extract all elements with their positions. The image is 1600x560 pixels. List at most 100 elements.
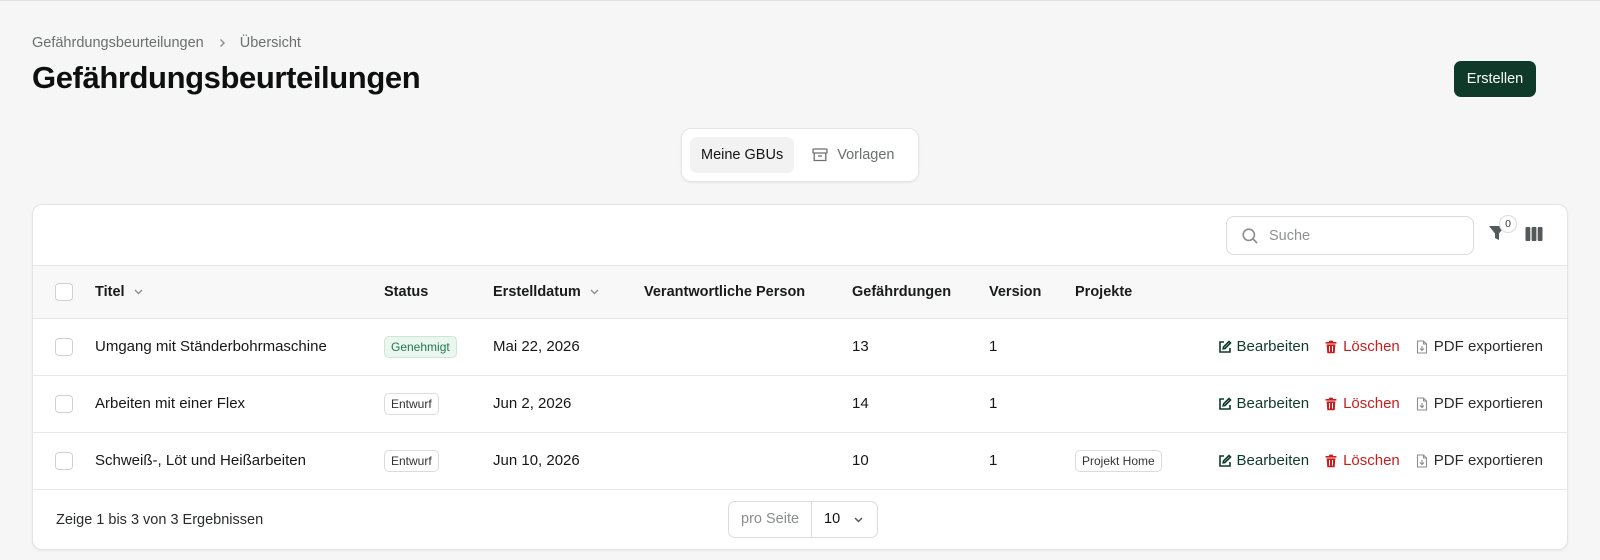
row-created-date: Jun 2, 2026	[493, 395, 572, 412]
tab-label: Vorlagen	[837, 147, 895, 163]
breadcrumb: Gefährdungsbeurteilungen Übersicht	[32, 35, 301, 51]
row-title: Umgang mit Ständerbohrmaschine	[95, 338, 327, 355]
edit-button[interactable]: Bearbeiten	[1218, 452, 1310, 469]
status-badge: Entwurf	[384, 449, 439, 472]
results-summary: Zeige 1 bis 3 von 3 Ergebnissen	[56, 511, 264, 528]
trash-icon	[1325, 340, 1337, 353]
row-version: 1	[989, 452, 998, 469]
export-pdf-label: PDF exportieren	[1433, 338, 1543, 355]
row-created-date: Jun 10, 2026	[493, 452, 580, 469]
tab-label: Meine GBUs	[701, 147, 784, 163]
column-header-projects: Projekte	[1075, 283, 1133, 300]
column-header-version: Version	[989, 283, 1042, 300]
columns-toggle-button[interactable]	[1524, 224, 1546, 246]
trash-icon	[1325, 454, 1337, 467]
row-project	[1075, 375, 1195, 432]
row-created-date: Mai 22, 2026	[493, 338, 580, 355]
edit-label: Bearbeiten	[1236, 338, 1310, 355]
table-toolbar: 0	[33, 205, 1567, 266]
per-page-select[interactable]: pro Seite 10	[728, 500, 879, 538]
column-header-status: Status	[384, 283, 429, 300]
breadcrumb-item-gbu[interactable]: Gefährdungsbeurteilungen	[32, 35, 204, 51]
row-project	[1075, 318, 1195, 375]
gbu-table-card: 0 Titel Status Erstelldatum Verantwortli…	[32, 204, 1568, 550]
column-header-title[interactable]: Titel	[95, 284, 145, 300]
table-row[interactable]: Schweiß-, Löt und Heißarbeiten Entwurf J…	[33, 432, 1567, 489]
search-icon	[1242, 227, 1258, 244]
project-badge: Projekt Home	[1075, 449, 1162, 472]
row-responsible	[644, 432, 852, 489]
delete-button[interactable]: Löschen	[1324, 395, 1400, 412]
search-input[interactable]	[1269, 227, 1449, 244]
trash-icon	[1325, 397, 1337, 410]
row-actions: Bearbeiten Löschen PDF exportieren	[1195, 452, 1567, 469]
column-header-hazards: Gefährdungen	[852, 283, 952, 300]
column-header-actions	[1195, 266, 1567, 318]
search-box	[1226, 216, 1474, 255]
chevron-down-icon	[134, 289, 143, 295]
row-hazards: 10	[852, 452, 869, 469]
chevron-down-icon	[590, 289, 599, 295]
edit-icon	[1218, 396, 1232, 410]
row-actions: Bearbeiten Löschen PDF exportieren	[1195, 338, 1567, 355]
delete-label: Löschen	[1343, 395, 1400, 412]
chevron-down-icon	[854, 516, 863, 523]
row-hazards: 13	[852, 338, 869, 355]
per-page-value-select[interactable]: 10	[812, 502, 877, 537]
select-all-checkbox[interactable]	[55, 282, 73, 301]
page-title: Gefährdungsbeurteilungen	[32, 60, 421, 95]
export-pdf-button[interactable]: PDF exportieren	[1415, 338, 1543, 355]
status-badge: Entwurf	[384, 392, 439, 415]
row-version: 1	[989, 338, 998, 355]
row-title: Schweiß-, Löt und Heißarbeiten	[95, 452, 306, 469]
export-pdf-button[interactable]: PDF exportieren	[1415, 395, 1543, 412]
chevron-right-icon	[219, 39, 225, 47]
per-page-label: pro Seite	[729, 501, 813, 537]
gbu-table: Titel Status Erstelldatum Verantwortlich…	[33, 266, 1567, 490]
edit-icon	[1218, 339, 1232, 353]
archive-icon	[812, 148, 828, 162]
columns-icon	[1525, 227, 1543, 241]
filter-button[interactable]: 0	[1487, 215, 1517, 247]
column-header-responsible: Verantwortliche Person	[644, 283, 806, 300]
row-checkbox[interactable]	[55, 451, 73, 470]
edit-icon	[1218, 453, 1232, 467]
row-checkbox[interactable]	[55, 394, 73, 413]
column-header-created[interactable]: Erstelldatum	[493, 284, 601, 300]
filter-count-badge: 0	[1499, 215, 1517, 233]
export-pdf-label: PDF exportieren	[1433, 452, 1543, 469]
table-header-row: Titel Status Erstelldatum Verantwortlich…	[33, 266, 1567, 318]
tab-meine-gbus[interactable]: Meine GBUs	[690, 137, 795, 173]
table-footer: Zeige 1 bis 3 von 3 Ergebnissen pro Seit…	[33, 490, 1567, 550]
row-responsible	[644, 318, 852, 375]
row-checkbox[interactable]	[55, 337, 73, 356]
edit-label: Bearbeiten	[1236, 452, 1310, 469]
file-pdf-icon	[1416, 453, 1427, 468]
status-badge: Genehmigt	[384, 335, 457, 358]
edit-button[interactable]: Bearbeiten	[1218, 395, 1310, 412]
row-actions: Bearbeiten Löschen PDF exportieren	[1195, 395, 1567, 412]
delete-label: Löschen	[1343, 452, 1400, 469]
file-pdf-icon	[1416, 396, 1427, 411]
edit-label: Bearbeiten	[1236, 395, 1310, 412]
row-version: 1	[989, 395, 998, 412]
column-label: Titel	[95, 283, 125, 300]
delete-button[interactable]: Löschen	[1324, 452, 1400, 469]
tab-vorlagen[interactable]: Vorlagen	[800, 137, 905, 173]
column-label: Erstelldatum	[493, 283, 581, 300]
tab-bar: Meine GBUs Vorlagen	[681, 128, 919, 182]
row-title: Arbeiten mit einer Flex	[95, 395, 246, 412]
create-button[interactable]: Erstellen	[1454, 61, 1536, 97]
table-row[interactable]: Arbeiten mit einer Flex Entwurf Jun 2, 2…	[33, 375, 1567, 432]
delete-label: Löschen	[1343, 338, 1400, 355]
per-page-value: 10	[824, 511, 841, 527]
table-row[interactable]: Umgang mit Ständerbohrmaschine Genehmigt…	[33, 318, 1567, 375]
delete-button[interactable]: Löschen	[1324, 338, 1400, 355]
row-responsible	[644, 375, 852, 432]
export-pdf-label: PDF exportieren	[1433, 395, 1543, 412]
breadcrumb-item-current: Übersicht	[239, 35, 301, 51]
file-pdf-icon	[1416, 339, 1427, 354]
row-hazards: 14	[852, 395, 869, 412]
edit-button[interactable]: Bearbeiten	[1218, 338, 1310, 355]
export-pdf-button[interactable]: PDF exportieren	[1415, 452, 1543, 469]
